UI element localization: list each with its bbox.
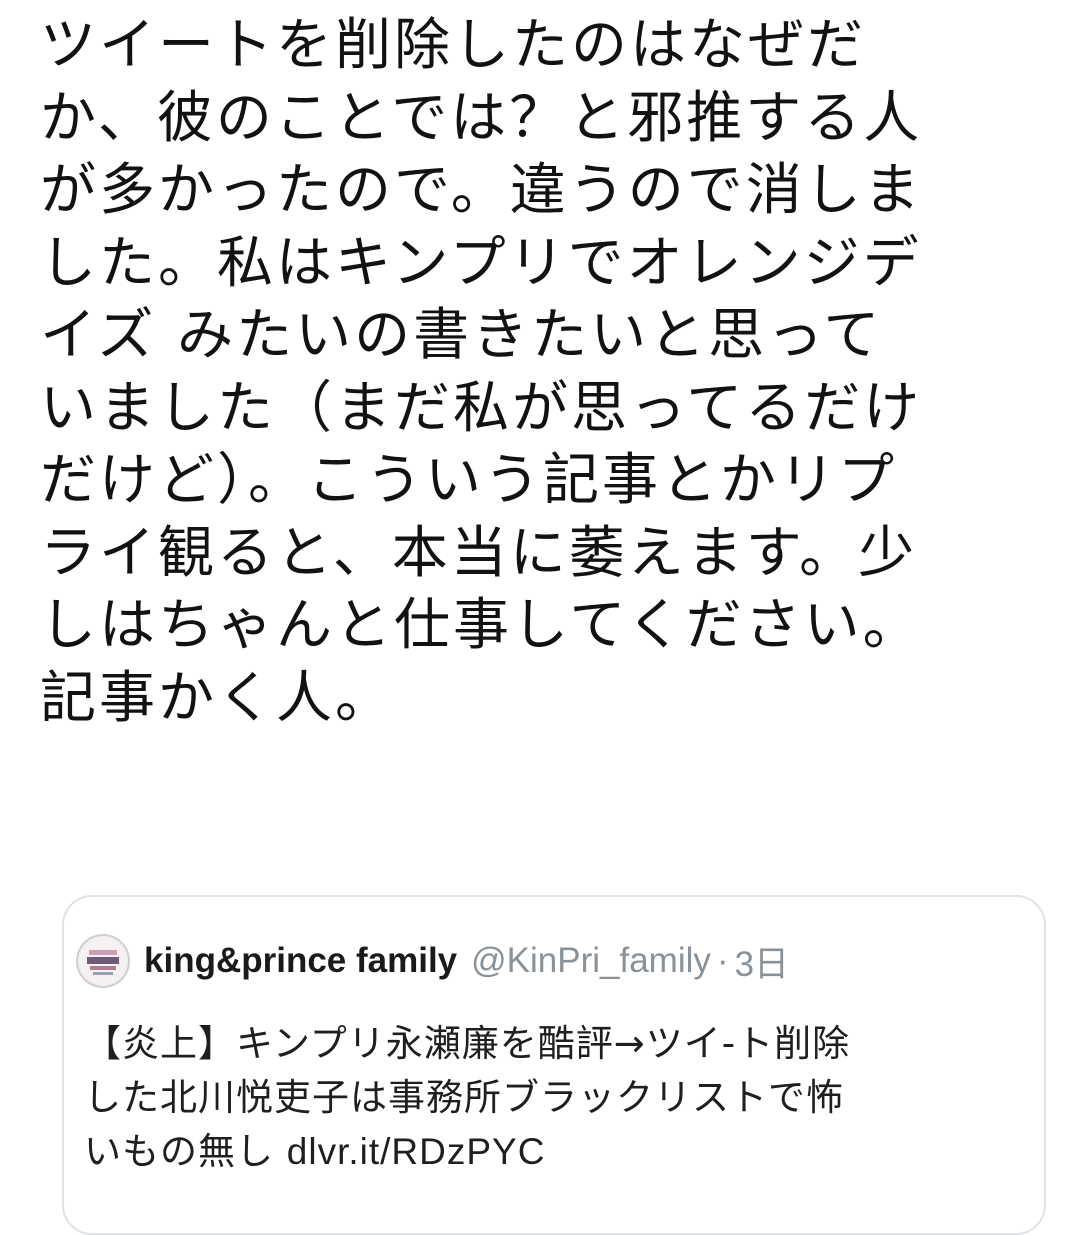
avatar[interactable] — [76, 934, 130, 988]
tweet-line: ライ観ると、本当に萎えます。少 — [40, 520, 918, 586]
quoted-link[interactable]: dlvr.it/RDzPYC — [287, 1131, 546, 1172]
avatar-logo-icon — [80, 938, 126, 984]
tweet-line: が多かったので。違うので消しま — [40, 158, 923, 223]
quoted-display-name[interactable]: king&prince family — [144, 941, 457, 981]
tweet-line: 記事かく人。 — [40, 665, 394, 731]
tweet-line: イズ みたいの書きたいと思って — [40, 303, 883, 368]
tweet-line: した。私はキンプリでオレンジデ — [40, 230, 922, 296]
tweet-line: しはちゃんと仕事してください。 — [40, 593, 922, 658]
quoted-timestamp[interactable]: 3日 — [735, 936, 789, 987]
tweet-text: ツイートを削除したのはなぜだ か、彼のことでは？と邪推する人 が多かったので。違… — [40, 10, 1040, 735]
quoted-text-tail: いもの無し — [84, 1130, 287, 1173]
quoted-text-line: 【炎上】キンプリ永瀬廉を酷評→ツイ-ト削除 — [84, 1022, 851, 1065]
quoted-text-line-last: いもの無し dlvr.it/RDzPYC — [84, 1125, 1034, 1179]
quoted-handle[interactable]: @KinPri_family — [471, 941, 711, 981]
quoted-tweet-header: king&prince family @KinPri_family · 3日 — [76, 931, 789, 991]
tweet-line: いました（まだ私が思ってるだけ — [40, 375, 923, 441]
quoted-tweet-card[interactable]: king&prince family @KinPri_family · 3日 【… — [62, 895, 1046, 1235]
header-separator: · — [716, 941, 729, 980]
quoted-tweet-body: 【炎上】キンプリ永瀬廉を酷評→ツイ-ト削除 した北川悦吏子は事務所ブラックリスト… — [84, 1017, 1034, 1179]
tweet-line: ツイートを削除したのはなぜだ — [40, 13, 866, 78]
tweet-line: だけど）。こういう記事とかリプ — [40, 448, 897, 513]
quoted-text-line: した北川悦吏子は事務所ブラックリストで怖 — [84, 1076, 844, 1119]
tweet-line: か、彼のことでは？と邪推する人 — [40, 85, 923, 151]
